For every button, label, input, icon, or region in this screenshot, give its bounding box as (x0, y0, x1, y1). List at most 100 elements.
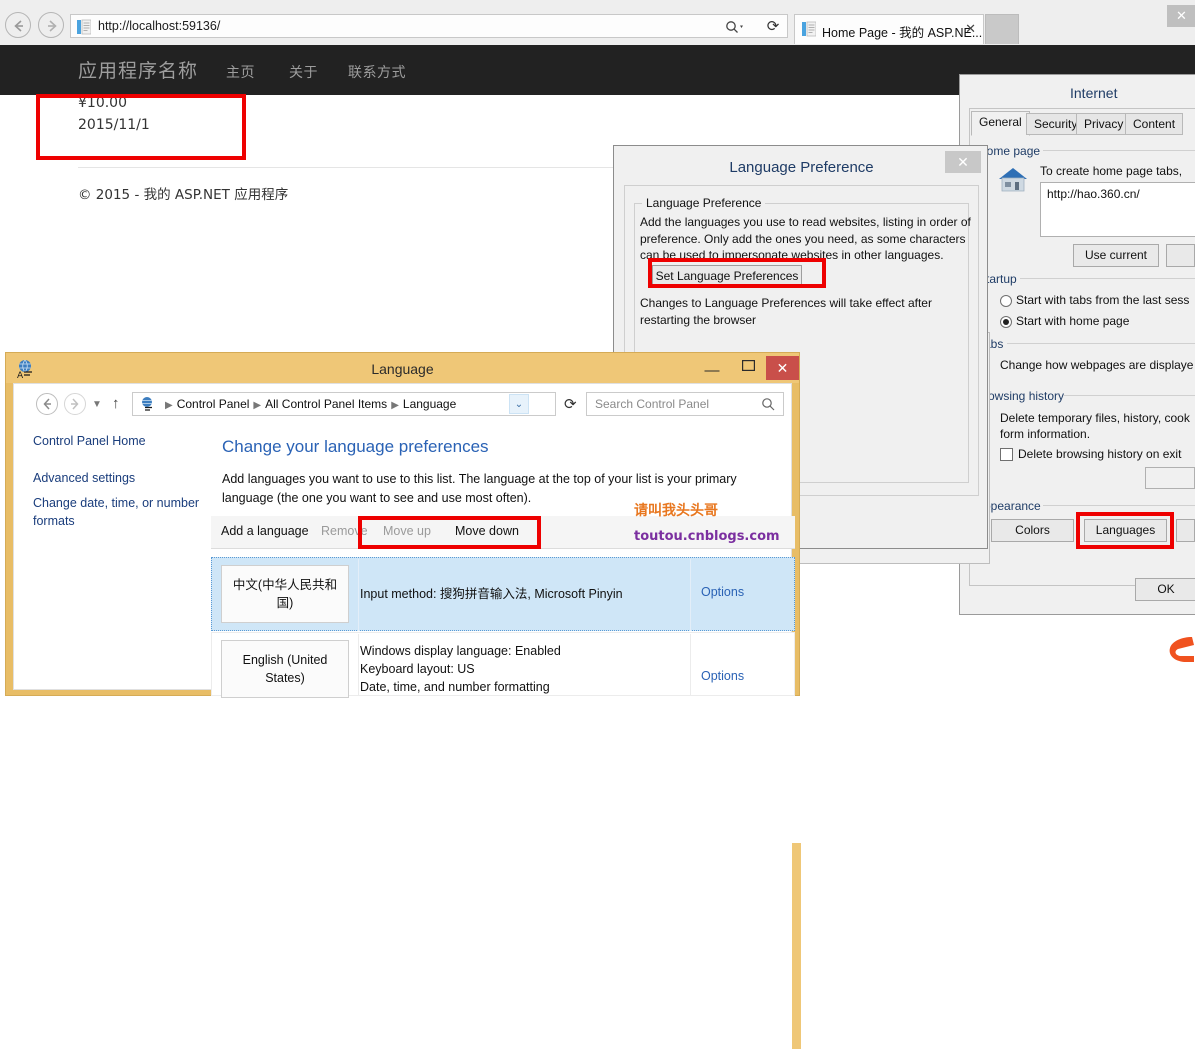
new-tab-button[interactable] (985, 14, 1019, 44)
group-line-home-page (1043, 150, 1195, 151)
search-control-panel-input[interactable]: Search Control Panel (586, 392, 784, 416)
fonts-button[interactable] (1176, 519, 1195, 542)
breadcrumb-sep: ▶ (391, 400, 399, 411)
use-current-button[interactable]: Use current (1073, 244, 1159, 267)
explorer-address-row: ▼ ↑ ▶Control Panel▶All Control Panel Ite… (14, 384, 791, 422)
navigation-buttons (5, 12, 67, 40)
history-settings-button[interactable] (1145, 467, 1195, 489)
language-details: Keyboard layout: US (360, 660, 475, 678)
list-item[interactable]: English (United States) Windows display … (211, 632, 795, 696)
internet-options-ok-button[interactable]: OK (1135, 578, 1195, 601)
search-dropdown-icon[interactable] (725, 19, 747, 35)
browser-chrome: http://localhost:59136/ ⟳ Home Page - 我的… (0, 0, 1195, 45)
use-default-button[interactable] (1166, 244, 1195, 267)
explorer-up-icon[interactable]: ↑ (112, 395, 120, 412)
address-bar[interactable]: http://localhost:59136/ ⟳ (70, 14, 788, 38)
language-preference-title: Language Preference (614, 159, 989, 176)
explorer-back-icon[interactable] (36, 393, 58, 415)
home-page-url-field[interactable]: http://hao.360.cn/ (1040, 182, 1195, 237)
language-name: 中文(中华人民共和国) (221, 565, 349, 623)
breadcrumb-dropdown-icon[interactable]: ⌄ (509, 394, 529, 414)
forward-arrow-icon[interactable] (38, 12, 64, 38)
close-icon: ✕ (1176, 8, 1187, 24)
tab-title: Home Page - 我的 ASP.NE... (822, 22, 982, 41)
language-preference-description: Add the languages you use to read websit… (640, 214, 972, 264)
row-divider (690, 559, 691, 631)
minimize-button[interactable]: — (694, 356, 730, 380)
back-arrow-icon[interactable] (5, 12, 31, 38)
nav-link-home[interactable]: 主页 (226, 62, 255, 82)
language-name: English (United States) (221, 640, 349, 698)
breadcrumb: ▶Control Panel▶All Control Panel Items▶L… (161, 397, 456, 411)
group-line-startup (1020, 278, 1195, 279)
browser-tab[interactable]: Home Page - 我的 ASP.NE... ✕ (794, 14, 984, 44)
move-down-button[interactable]: Move down (455, 524, 519, 538)
radio-start-with-tabs[interactable] (1000, 295, 1012, 307)
languages-button[interactable]: Languages (1084, 519, 1167, 542)
internet-options-title: Internet (1070, 85, 1117, 101)
breadcrumb-sep: ▶ (253, 400, 261, 411)
tab-favicon-icon (802, 21, 816, 37)
home-page-url-value: http://hao.360.cn/ (1047, 187, 1140, 201)
maximize-button[interactable] (730, 356, 766, 380)
sidebar-item-control-panel-home[interactable]: Control Panel Home (33, 434, 146, 448)
address-text: http://localhost:59136/ (98, 19, 220, 33)
breadcrumb-language[interactable]: Language (403, 397, 456, 411)
label-start-with-home-page: Start with home page (1016, 314, 1129, 328)
sogou-logo-icon (1166, 631, 1195, 671)
group-line-appearance (1043, 505, 1195, 506)
sidebar-item-change-formats[interactable]: Change date, time, or number formats (33, 494, 203, 530)
row-divider (358, 634, 359, 696)
page-favicon-icon (77, 19, 91, 35)
watermark-line-1: 请叫我头头哥 (634, 500, 718, 520)
search-icon (761, 397, 776, 415)
language-details: Windows display language: Enabled (360, 642, 561, 660)
row-divider (690, 634, 691, 696)
language-preference-group-label: Language Preference (642, 196, 765, 210)
colors-button[interactable]: Colors (991, 519, 1074, 542)
language-window-close-button[interactable]: ✕ (766, 356, 799, 380)
sidebar-item-advanced-settings[interactable]: Advanced settings (33, 471, 135, 485)
breadcrumb-control-panel[interactable]: Control Panel (177, 397, 250, 411)
explorer-refresh-icon[interactable]: ⟳ (564, 395, 577, 413)
list-item[interactable]: 中文(中华人民共和国) Input method: 搜狗拼音输入法, Micro… (211, 557, 795, 631)
language-preference-close-icon[interactable]: ✕ (945, 151, 981, 173)
window-scroll-gutter[interactable] (792, 843, 801, 1049)
breadcrumb-language-icon (139, 396, 156, 413)
tab-content[interactable]: Content (1125, 113, 1183, 135)
language-details: Input method: 搜狗拼音输入法, Microsoft Pinyin (360, 585, 623, 603)
tabs-description: Change how webpages are displaye (1000, 358, 1193, 372)
nav-link-contact[interactable]: 联系方式 (348, 62, 406, 82)
breadcrumb-all-items[interactable]: All Control Panel Items (265, 397, 387, 411)
radio-start-with-home-page[interactable] (1000, 316, 1012, 328)
date-value: 2015/11/1 (78, 117, 150, 133)
watermark-line-2: toutou.cnblogs.com (634, 529, 780, 544)
nav-link-about[interactable]: 关于 (289, 62, 318, 82)
set-language-preferences-button[interactable]: Set Language Preferences (652, 265, 802, 287)
refresh-icon[interactable]: ⟳ (765, 18, 781, 36)
explorer-history-dropdown-icon[interactable]: ▼ (92, 399, 102, 410)
history-description-line2: form information. (1000, 427, 1090, 441)
move-up-button: Move up (383, 524, 431, 538)
tab-close-icon[interactable]: ✕ (965, 21, 976, 37)
tab-privacy[interactable]: Privacy (1076, 113, 1131, 135)
copyright-text: © 2015 - 我的 ASP.NET 应用程序 (78, 183, 288, 203)
site-brand[interactable]: 应用程序名称 (78, 56, 198, 83)
options-link[interactable]: Options (701, 669, 744, 683)
language-details: Date, time, and number formatting (360, 678, 550, 696)
tab-general[interactable]: General (971, 111, 1030, 136)
window-close-button[interactable]: ✕ (1167, 5, 1195, 27)
group-line-history (1064, 395, 1195, 396)
home-page-icon (996, 164, 1030, 194)
group-line-tabs (1007, 343, 1195, 344)
language-window-title: Language (6, 361, 799, 377)
history-description-line1: Delete temporary files, history, cook (1000, 411, 1190, 425)
explorer-forward-icon[interactable] (64, 393, 86, 415)
options-link[interactable]: Options (701, 585, 744, 599)
explorer-breadcrumb-bar[interactable]: ▶Control Panel▶All Control Panel Items▶L… (132, 392, 556, 416)
row-divider (358, 559, 359, 631)
add-a-language-button[interactable]: Add a language (221, 524, 309, 538)
delete-history-checkbox[interactable] (1000, 448, 1013, 461)
language-window-titlebar: A Language — ✕ (6, 353, 799, 383)
page-title: Change your language preferences (222, 437, 489, 457)
